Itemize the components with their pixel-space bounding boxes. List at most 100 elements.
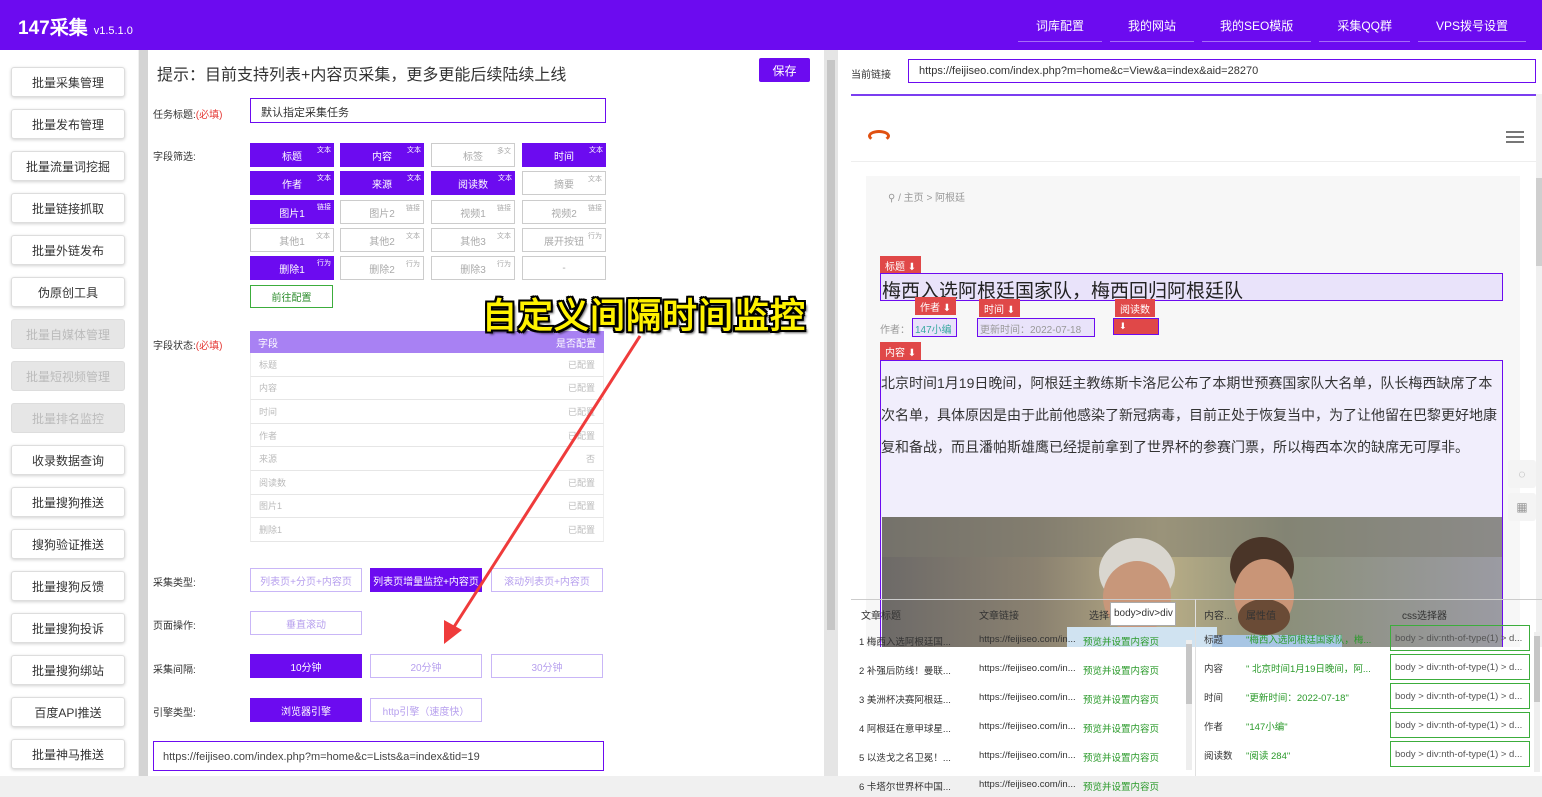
preview-set-content-link[interactable]: 预览并设置内容页 (1083, 721, 1159, 735)
content-tag[interactable]: 内容 ⬇ (880, 342, 922, 360)
sidebar-item-15[interactable]: 批量搜狗绑站 (11, 655, 125, 685)
field-toggle-4[interactable]: 时间 文本 (522, 143, 606, 167)
sidebar-item-4[interactable]: 批量链接抓取 (11, 193, 125, 223)
list-scrollbar[interactable] (1186, 640, 1192, 770)
css-selector-input[interactable]: body > div:nth-of-type(1) > d... (1390, 625, 1530, 651)
reads-value[interactable]: ⬇ (1113, 318, 1159, 335)
sidebar-item-3[interactable]: 批量流量词挖掘 (11, 151, 125, 181)
status-value: 已配置 (567, 430, 595, 441)
css-selector-input[interactable]: body > div:nth-of-type(1) > d... (1390, 741, 1530, 767)
sidebar-item-5[interactable]: 批量外链发布 (11, 235, 125, 265)
qrcode-icon[interactable]: ▦ (1508, 493, 1536, 521)
save-button[interactable]: 保存 (759, 58, 810, 82)
sidebar-item-17[interactable]: 批量神马推送 (11, 739, 125, 769)
author-value[interactable]: 147小编 (912, 318, 957, 337)
field-toggle-18[interactable]: 删除2 行为 (340, 256, 424, 280)
preview-scrollbar[interactable] (1536, 94, 1542, 647)
preview-set-content-link[interactable]: 预览并设置内容页 (1083, 692, 1159, 706)
sidebar-item-10[interactable]: 收录数据查询 (11, 445, 125, 475)
field-toggle-17[interactable]: 删除1 行为 (250, 256, 334, 280)
property-value: "更新时间：2022-07-18" (1246, 693, 1349, 704)
field-toggle-14[interactable]: 其他2 文本 (340, 228, 424, 252)
field-toggle-20[interactable]: - (522, 256, 606, 280)
current-url-input[interactable]: https://feijiseo.com/index.php?m=home&c=… (908, 59, 1536, 83)
sidebar-item-11[interactable]: 批量搜狗推送 (11, 487, 125, 517)
field-toggle-3[interactable]: 标签 多文 (431, 143, 515, 167)
interval-option-2[interactable]: 20分钟 (370, 654, 482, 678)
time-value[interactable]: 更新时间：2022-07-18 (977, 318, 1095, 337)
comment-icon[interactable]: ◌ (1508, 460, 1536, 488)
time-tag[interactable]: 时间 ⬇ (979, 299, 1021, 317)
sidebar-scrollbar[interactable] (139, 50, 148, 776)
list-item[interactable]: 3 美洲杯决赛阿根廷... https://feijiseo.com/in... 预… (851, 688, 1186, 710)
sidebar-item-16[interactable]: 百度API推送 (11, 697, 125, 727)
engine-option-2[interactable]: http引擎（速度快） (370, 698, 482, 722)
nav-my-seo-templates[interactable]: 我的SEO模版 (1201, 10, 1312, 42)
field-toggle-10[interactable]: 图片2 链接 (340, 200, 424, 224)
nav-my-sites[interactable]: 我的网站 (1109, 10, 1194, 42)
author-tag[interactable]: 作者 ⬇ (915, 297, 957, 315)
property-row: 时间 "更新时间：2022-07-18" body > div:nth-of-typ… (1196, 682, 1536, 710)
task-title-input[interactable]: 默认指定采集任务 (250, 98, 606, 123)
menu-icon[interactable] (1506, 131, 1524, 143)
property-row: 阅读数 "阅读 284" body > div:nth-of-type(1) > d… (1196, 740, 1536, 768)
article-title[interactable]: 梅西入选阿根廷国家队，梅西回归阿根廷队 (880, 273, 1503, 302)
interval-option-3[interactable]: 30分钟 (491, 654, 603, 678)
app-version: v1.5.1.0 (93, 25, 133, 37)
list-item[interactable]: 1 梅西入选阿根廷国... https://feijiseo.com/in... 预… (851, 630, 1186, 652)
vertical-scroll-option[interactable]: 垂直滚动 (250, 611, 362, 635)
field-toggle-label: 删除1 (279, 264, 305, 276)
field-toggle-1[interactable]: 标题 文本 (250, 143, 334, 167)
nav-lexicon-config[interactable]: 词库配置 (1017, 10, 1102, 42)
preview-set-content-link[interactable]: 预览并设置内容页 (1083, 750, 1159, 764)
css-selector-input[interactable]: body > div:nth-of-type(1) > d... (1390, 683, 1530, 709)
property-key: 内容 (1204, 664, 1224, 675)
field-toggle-7[interactable]: 阅读数 文本 (431, 171, 515, 195)
field-toggle-19[interactable]: 删除3 行为 (431, 256, 515, 280)
nav-qq-group[interactable]: 采集QQ群 (1319, 10, 1410, 42)
title-tag[interactable]: 标题 ⬇ (880, 256, 922, 274)
sidebar-item-14[interactable]: 批量搜狗投诉 (11, 613, 125, 643)
list-item[interactable]: 6 卡塔尔世界杯中国... https://feijiseo.com/in... 预… (851, 775, 1186, 797)
reads-tag[interactable]: 阅读数 (1115, 299, 1155, 317)
sidebar-item-6[interactable]: 伪原创工具 (11, 277, 125, 307)
status-value: 已配置 (567, 359, 595, 370)
sidebar-item-13[interactable]: 批量搜狗反馈 (11, 571, 125, 601)
list-url-input[interactable]: https://feijiseo.com/index.php?m=home&c=… (153, 741, 604, 771)
field-toggle-12[interactable]: 视频2 链接 (522, 200, 606, 224)
list-item[interactable]: 4 阿根廷在意甲球星... https://feijiseo.com/in... 预… (851, 717, 1186, 739)
field-toggle-2[interactable]: 内容 文本 (340, 143, 424, 167)
goto-config-button[interactable]: 前往配置 (250, 285, 333, 308)
interval-option-1[interactable]: 10分钟 (250, 654, 362, 678)
field-toggle-9[interactable]: 图片1 链接 (250, 200, 334, 224)
field-toggle-16[interactable]: 展开按钮 行为 (522, 228, 606, 252)
list-item[interactable]: 5 以迭戈之名卫冕！... https://feijiseo.com/in... 预… (851, 746, 1186, 768)
field-toggle-11[interactable]: 视频1 链接 (431, 200, 515, 224)
engine-option-1[interactable]: 浏览器引擎 (250, 698, 362, 722)
field-toggle-15[interactable]: 其他3 文本 (431, 228, 515, 252)
field-toggle-6[interactable]: 来源 文本 (340, 171, 424, 195)
collect-type-option-3[interactable]: 滚动列表页+内容页 (491, 568, 603, 592)
page-op-label: 页面操作: (153, 621, 196, 632)
property-scrollbar[interactable] (1534, 632, 1540, 772)
top-bar: 147采集 v1.5.1.0 词库配置 我的网站 我的SEO模版 采集QQ群 VP… (0, 0, 1542, 50)
sidebar-item-1[interactable]: 批量采集管理 (11, 67, 125, 97)
field-toggle-8[interactable]: 摘要 文本 (522, 171, 606, 195)
css-selector-input[interactable]: body > div:nth-of-type(1) > d... (1390, 654, 1530, 680)
field-toggle-5[interactable]: 作者 文本 (250, 171, 334, 195)
panel-scrollbar[interactable] (824, 50, 838, 776)
css-selector-input[interactable]: body > div:nth-of-type(1) > d... (1390, 712, 1530, 738)
field-toggle-label: 视频1 (460, 208, 486, 220)
collect-type-option-1[interactable]: 列表页+分页+内容页 (250, 568, 362, 592)
collect-type-option-2[interactable]: 列表页增量监控+内容页 (370, 568, 482, 592)
preview-set-content-link[interactable]: 预览并设置内容页 (1083, 663, 1159, 677)
sidebar-item-12[interactable]: 搜狗验证推送 (11, 529, 125, 559)
preview-set-content-link[interactable]: 预览并设置内容页 (1083, 779, 1159, 793)
field-toggle-13[interactable]: 其他1 文本 (250, 228, 334, 252)
preview-set-content-link[interactable]: 预览并设置内容页 (1083, 634, 1159, 648)
sidebar-item-2[interactable]: 批量发布管理 (11, 109, 125, 139)
author-prefix: 作者： (880, 325, 910, 336)
nav-vps-dial-settings[interactable]: VPS拨号设置 (1417, 10, 1526, 42)
list-item[interactable]: 2 补强后防线！曼联... https://feijiseo.com/in... 预… (851, 659, 1186, 681)
field-type-tag: 文本 (498, 175, 512, 182)
